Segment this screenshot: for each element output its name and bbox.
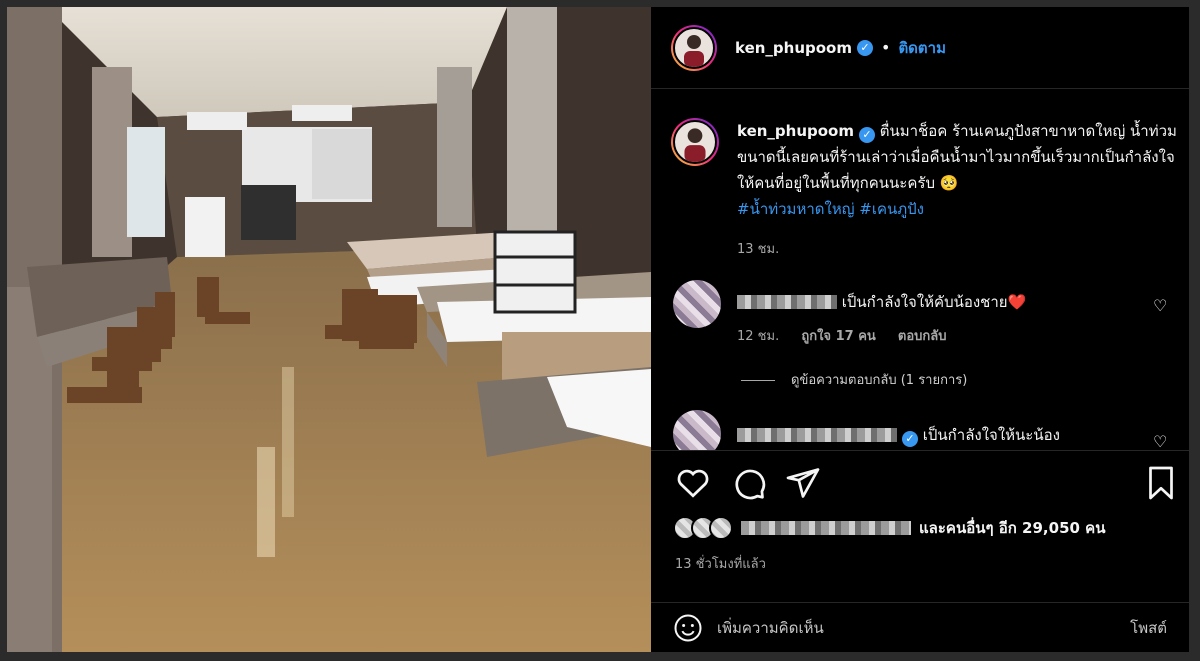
post-photo[interactable] [7,7,651,652]
comment-time: 12 ชม. [737,329,780,344]
reply-button[interactable]: ตอบกลับ [898,329,947,344]
likes-summary[interactable]: และคนอื่นๆ อีก 29,050 คน [673,516,1105,540]
heart-icon[interactable] [675,465,711,501]
comment-text: เป็นกำลังใจให้นะน้อง [922,426,1060,444]
commenter-avatar[interactable] [673,280,721,328]
verified-badge-icon: ✓ [859,127,875,143]
caption-username[interactable]: ken_phupoom [737,122,854,140]
reply-thread-line [741,380,775,381]
comment-meta: 12 ชม. ถูกใจ 17 คน ตอบกลับ [737,325,947,346]
comment-like-heart-icon[interactable]: ♡ [1153,434,1167,450]
commenter-avatar[interactable] [673,410,721,450]
author-avatar[interactable] [671,24,717,71]
blurred-username [737,428,897,442]
comment-item: เป็นกำลังใจให้คับน้องชาย❤️ [737,290,1026,314]
liker-avatars [673,516,733,540]
comment-icon[interactable] [731,465,767,501]
comments-section[interactable]: ken_phupoom ✓ ตื่นมาช็อค ร้านเคนภูปังสาขา… [651,90,1189,450]
comment-item: ✓ เป็นกำลังใจให้นะน้อง [737,423,1060,447]
comment-text: เป็นกำลังใจให้คับน้องชาย❤️ [841,293,1027,311]
comment-input[interactable]: เพิ่มความคิดเห็น [717,616,1130,640]
share-icon[interactable] [785,465,821,501]
add-comment-bar: เพิ่มความคิดเห็น โพสต์ [651,602,1189,652]
blurred-liker-name [741,521,911,535]
verified-badge-icon: ✓ [902,431,918,447]
post-header: ken_phupoom ✓ • ติดตาม [651,7,1189,89]
bookmark-icon[interactable] [1143,465,1179,501]
view-replies-label: ดูข้อความตอบกลับ (1 รายการ) [791,373,968,388]
post-actions: และคนอื่นๆ อีก 29,050 คน 13 ชั่วโมงที่แล… [651,450,1189,602]
comment-likes-count[interactable]: ถูกใจ 17 คน [801,329,875,344]
follow-button[interactable]: ติดตาม [898,36,946,60]
comment-like-heart-icon[interactable]: ♡ [1153,298,1167,314]
instagram-post-window: ken_phupoom ✓ • ติดตาม ken_phupoom ✓ ตื่น… [7,7,1189,652]
caption-time: 13 ชม. [737,242,780,257]
flooded-restaurant-image [7,7,651,652]
view-replies-button[interactable]: ดูข้อความตอบกลับ (1 รายการ) [741,369,967,390]
post-side-panel: ken_phupoom ✓ • ติดตาม ken_phupoom ✓ ตื่น… [651,7,1189,652]
caption-text-block: ken_phupoom ✓ ตื่นมาช็อค ร้านเคนภูปังสาขา… [737,118,1177,222]
caption-hashtags[interactable]: #น้ำท่วมหาดใหญ่ #เคนภูปัง [737,200,924,218]
likes-count: และคนอื่นๆ อีก 29,050 คน [919,519,1106,537]
blurred-username [737,295,837,309]
caption-author-avatar[interactable] [671,118,719,166]
post-time: 13 ชั่วโมงที่แล้ว [675,557,766,572]
post-comment-button[interactable]: โพสต์ [1130,616,1167,640]
emoji-icon[interactable] [673,613,703,643]
separator-dot: • [881,38,891,57]
author-username[interactable]: ken_phupoom [735,39,852,57]
verified-badge-icon: ✓ [857,39,873,56]
